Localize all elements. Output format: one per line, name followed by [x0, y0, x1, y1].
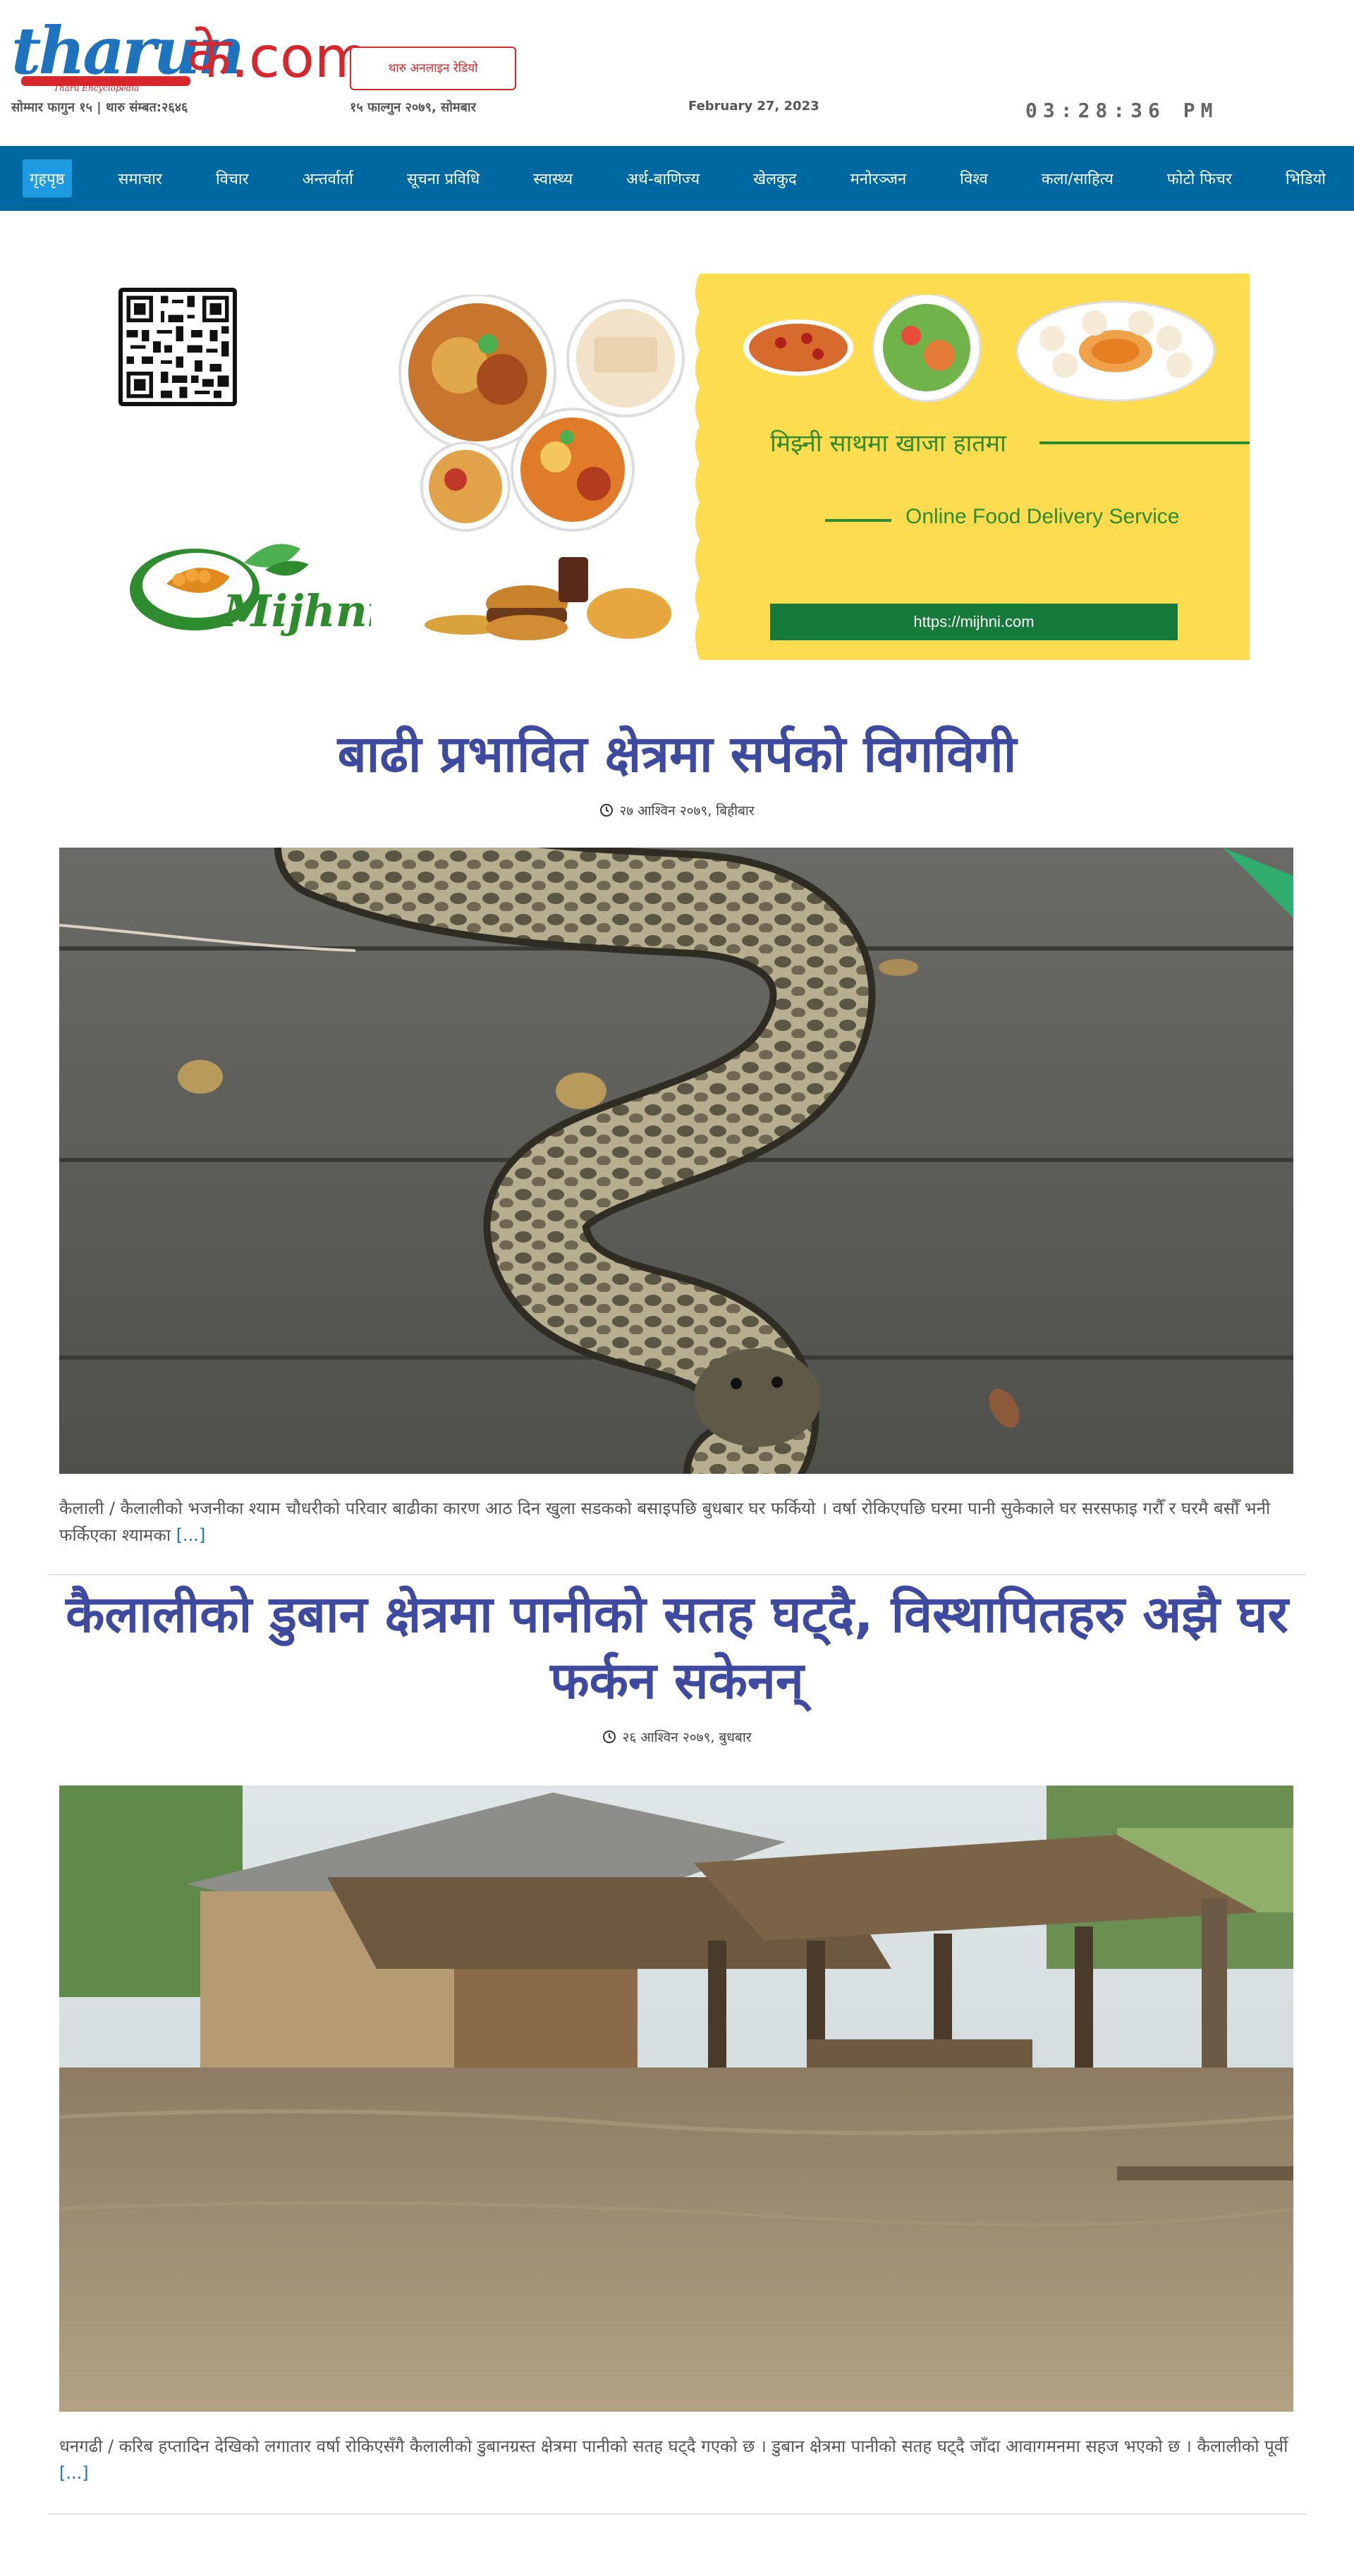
english-date: February 27, 2023: [688, 99, 819, 114]
article-date: २७ आश्विन २०७९, बिहीबार: [619, 803, 755, 819]
article-excerpt: कैलाली / कैलालीको भजनीका श्याम चौधरीको प…: [59, 1495, 1295, 1549]
nav-item[interactable]: समाचार: [111, 159, 169, 197]
nav-item[interactable]: खेलकुद: [746, 159, 804, 197]
nav-item[interactable]: भिडियो: [1279, 159, 1333, 197]
article-title[interactable]: कैलालीको डुबान क्षेत्रमा पानीको सतह घट्द…: [48, 1581, 1306, 1714]
ad-headline-nepali: मिझ्नी साथमा खाजा हातमा: [770, 429, 1006, 458]
nav-item[interactable]: मनोरञ्जन: [843, 159, 914, 197]
article-divider: [48, 2513, 1306, 2515]
article-date: २६ आश्विन २०७९, बुधबार: [622, 1730, 752, 1745]
nav-item[interactable]: विश्व: [953, 159, 995, 197]
article-excerpt: धनगढी / करिब हप्तादिन देखिको लगातार वर्ष…: [59, 2433, 1295, 2486]
dishes-image: [743, 295, 1216, 403]
logo-tagline: Tharu Encyclopedia: [54, 83, 140, 93]
clock-icon: [603, 1730, 616, 1743]
online-radio-button[interactable]: थारु अनलाइन रेडियो: [350, 47, 516, 90]
nav-item[interactable]: सूचना प्रविधि: [400, 159, 487, 197]
read-more-link[interactable]: [...]: [176, 1525, 206, 1545]
article-image[interactable]: [59, 848, 1293, 1474]
excerpt-text: कैलाली / कैलालीको भजनीका श्याम चौधरीको प…: [59, 1498, 1271, 1545]
nepali-date: १५ फाल्गुन २०७९, सोमबार: [350, 100, 476, 115]
nav-item[interactable]: फोटो फिचर: [1160, 159, 1239, 197]
nav-item[interactable]: गृहपृष्ठ: [23, 159, 72, 197]
nav-item[interactable]: अर्थ-बाणिज्य: [619, 159, 707, 197]
article-card: कैलालीको डुबान क्षेत्रमा पानीको सतह घट्द…: [48, 1581, 1306, 2515]
read-more-link[interactable]: [...]: [59, 2463, 89, 2483]
nav-item[interactable]: स्वास्थ्य: [526, 159, 580, 197]
site-logo[interactable]: tharun के.com Tharu Encyclopedia: [11, 16, 370, 100]
food-plates-image: [382, 293, 693, 647]
tharu-date: सोम्मार फागुन १५ | थारु संम्बत:२६४६: [11, 100, 188, 115]
logo-suffix: के.com: [188, 25, 370, 90]
mijhni-logo: Mijhni: [124, 520, 384, 640]
ad-banner[interactable]: Mijhni मिझ्नी साथमा खाजा हातमा Online Fo…: [113, 267, 1250, 661]
ad-rule-left: [825, 519, 891, 522]
article-card: बाढी प्रभावित क्षेत्रमा सर्पको विगविगी २…: [48, 721, 1306, 1575]
article-meta: २७ आश्विन २०७९, बिहीबार: [48, 801, 1306, 819]
clock-icon: [600, 804, 614, 817]
nav-item[interactable]: अन्तर्वार्ता: [295, 159, 360, 197]
nav-item[interactable]: विचार: [209, 159, 256, 197]
mijhni-logo-text: Mijhni: [221, 585, 371, 637]
article-divider: [48, 1574, 1306, 1575]
article-image[interactable]: [59, 1786, 1293, 2412]
live-clock: 03:28:36 PM: [1025, 99, 1219, 122]
article-title[interactable]: बाढी प्रभावित क्षेत्रमा सर्पको विगविगी: [48, 721, 1306, 787]
main-nav: गृहपृष्ठ समाचार विचार अन्तर्वार्ता सूचना प्र…: [0, 146, 1354, 211]
ad-promo-panel: मिझ्नी साथमा खाजा हातमा Online Food Deli…: [695, 274, 1250, 660]
nav-list: गृहपृष्ठ समाचार विचार अन्तर्वार्ता सूचना प्र…: [0, 146, 1354, 211]
nav-item[interactable]: कला/साहित्य: [1035, 159, 1121, 197]
excerpt-text: धनगढी / करिब हप्तादिन देखिको लगातार वर्ष…: [59, 2436, 1288, 2456]
ad-rule-right: [1039, 441, 1250, 444]
site-header: tharun के.com Tharu Encyclopedia थारु अन…: [0, 0, 1354, 146]
ad-url-button[interactable]: https://mijhni.com: [770, 604, 1178, 640]
ad-headline-english: Online Food Delivery Service: [905, 505, 1180, 528]
qr-code-icon: [118, 288, 237, 406]
scallop-edge: [695, 274, 708, 660]
article-meta: २६ आश्विन २०७९, बुधबार: [48, 1728, 1306, 1746]
